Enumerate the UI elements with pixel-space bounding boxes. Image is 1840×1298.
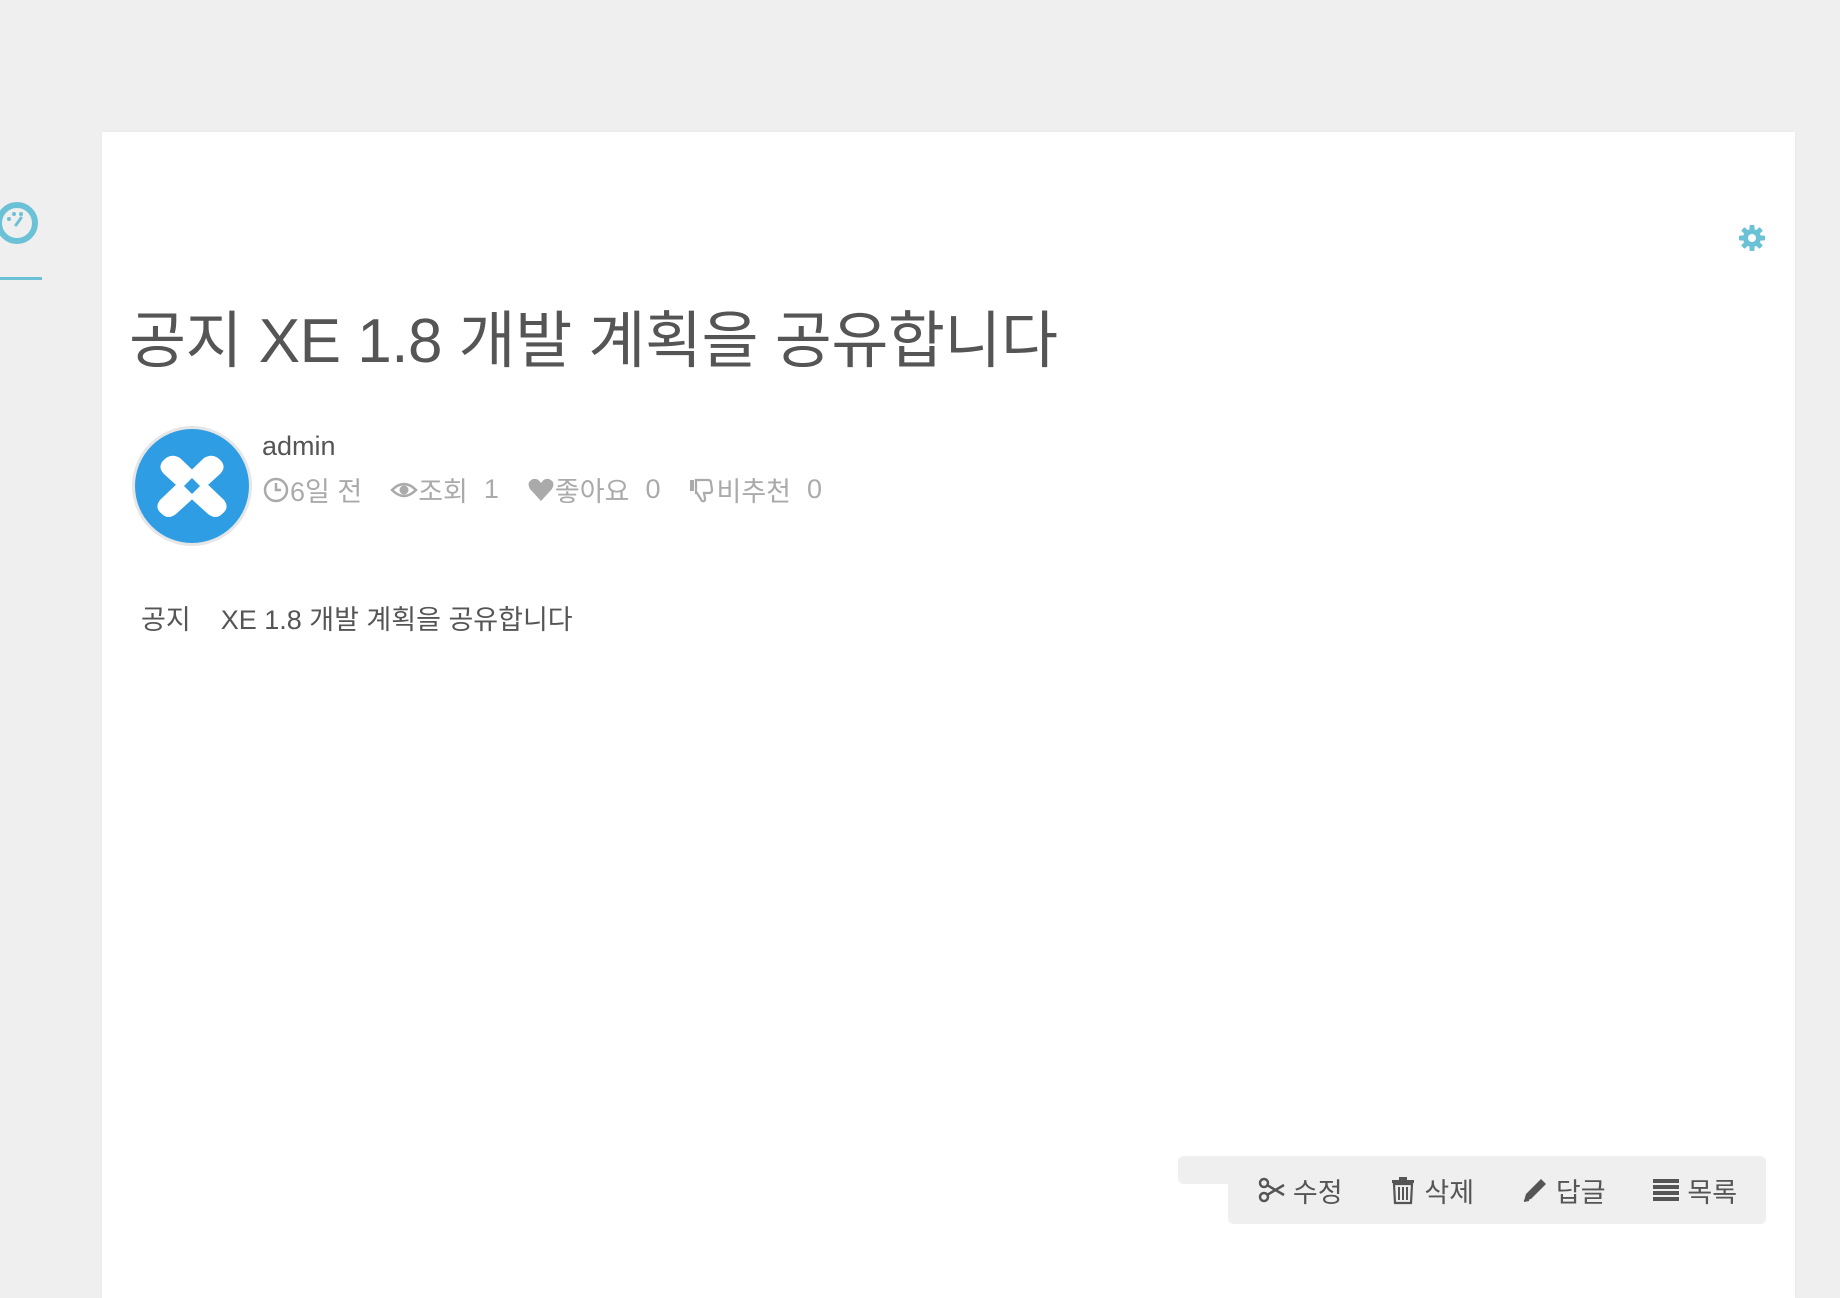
post-actions: 수정 삭제 답글 목록: [1228, 1156, 1766, 1224]
eye-icon: [390, 476, 418, 504]
trash-icon: [1392, 1177, 1415, 1205]
list-label: 목록: [1687, 1177, 1738, 1208]
avatar[interactable]: [132, 426, 252, 546]
clock-icon: [262, 476, 290, 504]
views-label: 조회: [418, 477, 468, 507]
body-tag: 공지: [141, 605, 191, 635]
reply-label: 답글: [1555, 1177, 1606, 1208]
body-text: XE 1.8 개발 계획을 공유합니다: [220, 605, 573, 635]
pencil-icon: [1523, 1179, 1546, 1202]
dislikes-count: 0: [807, 474, 823, 504]
edit-button[interactable]: 수정: [1257, 1171, 1343, 1210]
post-meta: 6일 전 조회 1 좋아요 0 비추천 0: [262, 470, 822, 509]
likes-label[interactable]: 좋아요: [555, 470, 630, 509]
likes-count: 0: [645, 474, 661, 504]
dislikes-label[interactable]: 비추천: [716, 470, 791, 509]
list-icon: [1653, 1179, 1680, 1201]
post-title: 공지 XE 1.8 개발 계획을 공유합니다: [129, 307, 1058, 376]
author-name[interactable]: admin: [262, 431, 336, 462]
thumbs-down-icon[interactable]: [688, 476, 716, 504]
sidebar-active-indicator: [0, 277, 42, 280]
reply-button[interactable]: 답글: [1520, 1171, 1606, 1210]
xe-logo-icon: [135, 429, 249, 543]
list-button[interactable]: 목록: [1651, 1171, 1737, 1210]
views-count: 1: [483, 474, 499, 504]
gear-icon[interactable]: [1737, 223, 1767, 253]
scissors-icon: [1258, 1177, 1285, 1203]
delete-label: 삭제: [1424, 1177, 1475, 1208]
post-time: 6일 전: [290, 477, 363, 507]
edit-label: 수정: [1292, 1177, 1343, 1208]
dashboard-icon[interactable]: [0, 200, 40, 246]
post-body: 공지 XE 1.8 개발 계획을 공유합니다: [141, 598, 573, 637]
delete-button[interactable]: 삭제: [1388, 1171, 1474, 1210]
heart-icon[interactable]: [527, 476, 555, 504]
